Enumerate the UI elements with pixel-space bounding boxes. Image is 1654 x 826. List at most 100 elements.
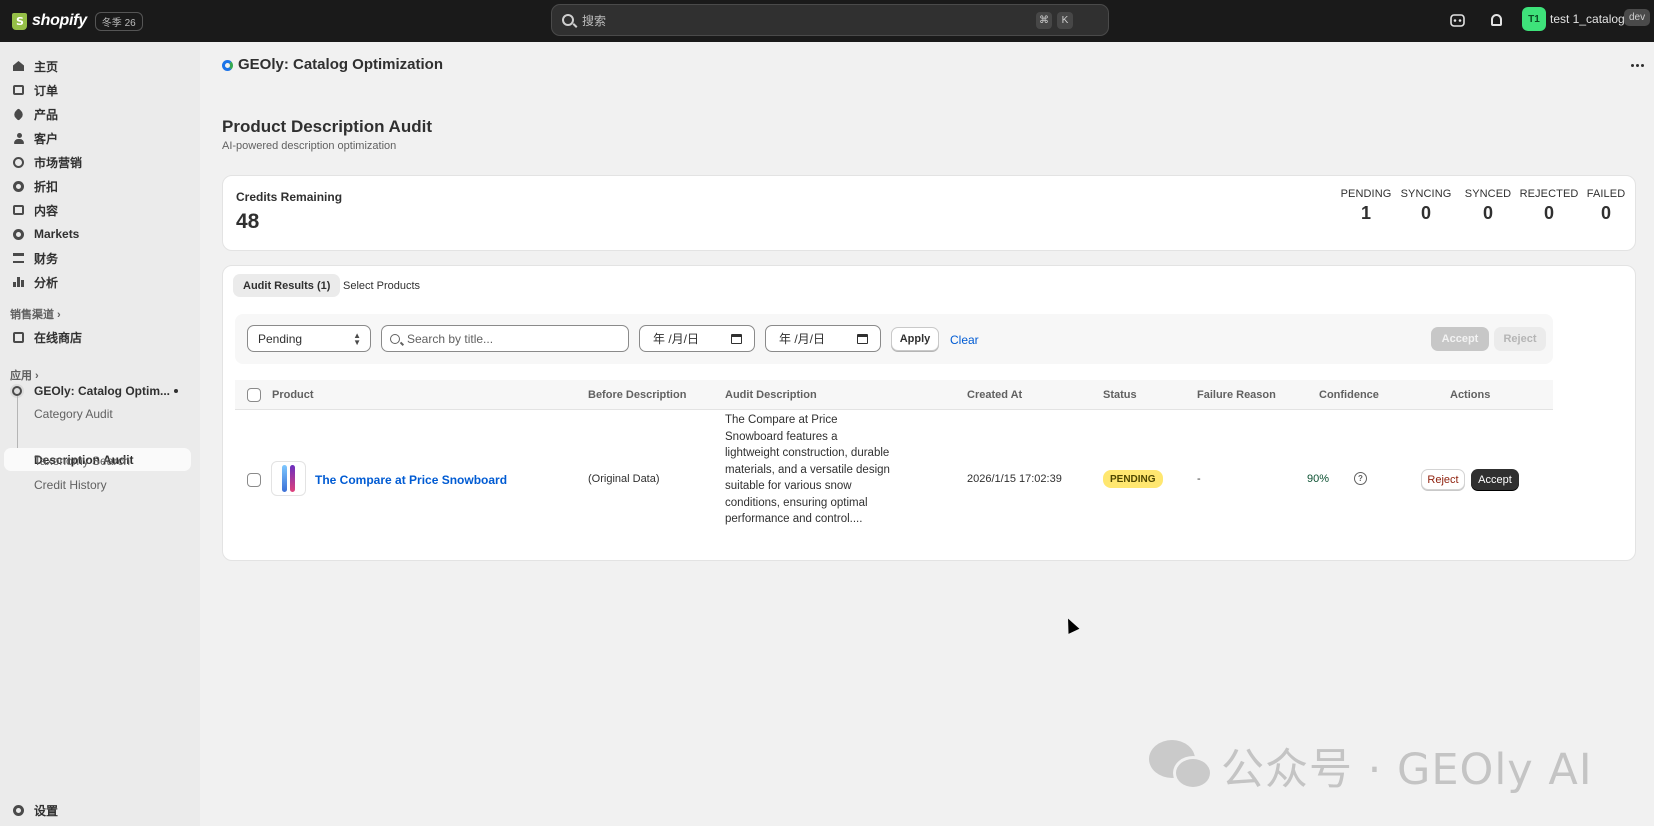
sidebar-item-label: 客户 (34, 131, 59, 146)
sidebar-item-label: 在线商店 (34, 330, 83, 345)
start-date-input[interactable]: 年 /月/日 (639, 325, 755, 352)
store-name[interactable]: test 1_catalog (1550, 12, 1625, 26)
subitem-taxonomy-search[interactable]: Taxonomy Search (34, 454, 130, 468)
filter-bar: Pending ▲▼ 年 /月/日 年 /月/日 Apply Clear Acc… (235, 314, 1553, 364)
sidebar-item-marketing[interactable]: 市场营销 (12, 152, 82, 172)
product-thumbnail (271, 461, 306, 496)
status-badge: PENDING (1103, 470, 1163, 488)
sidebar-app-geoly[interactable]: GEOly: Catalog Optim... (10, 380, 190, 402)
credits-card: Credits Remaining 48 PENDING 1 SYNCING 0 S… (222, 175, 1636, 251)
bell-icon[interactable] (1487, 11, 1505, 29)
sidebar-item-label: 产品 (34, 107, 59, 122)
sales-channels-heading[interactable]: 销售渠道 › (10, 306, 61, 322)
sidebar-item-online-store[interactable]: 在线商店 (12, 327, 82, 347)
more-dot-icon[interactable] (174, 389, 178, 393)
column-header-product[interactable]: Product (272, 389, 314, 401)
column-header-created-at[interactable]: Created At (967, 389, 1022, 401)
select-all-checkbox[interactable] (247, 388, 261, 402)
app-title: GEOly: Catalog Optimization (238, 56, 444, 73)
title-search-field[interactable] (381, 325, 629, 352)
sidebar-item-label: 分析 (34, 275, 59, 290)
calendar-icon[interactable] (857, 334, 868, 344)
edition-badge: 冬季 26 (94, 11, 143, 31)
person-icon (12, 132, 25, 145)
discount-icon (12, 180, 25, 193)
sidebar-item-home[interactable]: 主页 (12, 56, 58, 76)
stat-pending: PENDING 1 (1340, 188, 1392, 223)
command-key-icon: ⌘ (1036, 12, 1052, 29)
column-header-confidence[interactable]: Confidence (1319, 389, 1379, 401)
calendar-icon[interactable] (731, 334, 742, 344)
column-header-audit[interactable]: Audit Description (725, 389, 817, 401)
column-header-failure-reason[interactable]: Failure Reason (1197, 389, 1276, 401)
date-placeholder: 年 /月/日 (653, 332, 700, 346)
created-at: 2026/1/15 17:02:39 (967, 473, 1062, 485)
search-icon (390, 333, 400, 344)
home-icon (12, 60, 25, 73)
confidence-value: 90% (1307, 473, 1330, 485)
target-icon (12, 156, 25, 169)
sidebar-item-label: 设置 (34, 803, 59, 818)
failure-reason: - (1197, 473, 1201, 485)
main-content: GEOly: Catalog Optimization Product Desc… (200, 42, 1654, 826)
sidebar-item-markets[interactable]: Markets (12, 224, 79, 244)
tab-select-products[interactable]: Select Products (333, 274, 430, 297)
gear-icon (12, 804, 25, 817)
globe-icon (12, 228, 25, 241)
more-actions-icon[interactable] (1631, 64, 1644, 67)
stat-synced: SYNCED 0 (1464, 188, 1512, 223)
sidebar-item-label: 财务 (34, 251, 59, 266)
column-header-status[interactable]: Status (1103, 389, 1137, 401)
sidebar-item-finance[interactable]: 财务 (12, 248, 58, 268)
sidebar-item-orders[interactable]: 订单 (12, 80, 58, 100)
sidekick-icon[interactable] (1448, 11, 1466, 29)
subitem-category-audit[interactable]: Category Audit (34, 407, 113, 421)
brand-name: shopify (32, 12, 87, 29)
bulk-reject-button[interactable]: Reject (1494, 327, 1546, 351)
date-placeholder: 年 /月/日 (779, 332, 826, 346)
title-search-input[interactable] (407, 331, 617, 346)
column-header-before[interactable]: Before Description (588, 389, 686, 401)
sidebar-item-products[interactable]: 产品 (12, 104, 58, 124)
shopify-logo[interactable]: shopify 冬季 26 (12, 11, 143, 31)
help-icon[interactable]: ? (1354, 472, 1367, 485)
wechat-icon (1149, 740, 1217, 792)
avatar[interactable]: T1 (1522, 7, 1546, 31)
product-link[interactable]: The Compare at Price Snowboard (315, 473, 507, 487)
sidebar-item-discounts[interactable]: 折扣 (12, 176, 58, 196)
search-placeholder: 搜索 (582, 13, 607, 28)
watermark-text: 公众号 · GEOly AI (1221, 745, 1593, 795)
row-checkbox[interactable] (247, 473, 261, 487)
sidebar-item-label: 内容 (34, 203, 59, 218)
tag-icon (12, 107, 25, 121)
end-date-input[interactable]: 年 /月/日 (765, 325, 881, 352)
tab-audit-results[interactable]: Audit Results (1) (233, 274, 341, 297)
apply-button[interactable]: Apply (891, 327, 939, 351)
sidebar-item-content[interactable]: 内容 (12, 200, 58, 220)
sidebar-item-label: 折扣 (34, 179, 59, 194)
column-header-actions: Actions (1450, 389, 1491, 401)
chevron-updown-icon: ▲ ▼ (353, 331, 361, 347)
search-icon (562, 14, 574, 26)
audit-card: Audit Results (1) Select Products Pendin… (222, 265, 1636, 561)
global-search-input[interactable]: 搜索 ⌘ K (551, 4, 1109, 36)
status-select[interactable]: Pending ▲ ▼ (247, 325, 371, 352)
accept-button[interactable]: Accept (1471, 469, 1519, 490)
page-title: Product Description Audit (222, 117, 432, 136)
before-description: (Original Data) (588, 473, 660, 485)
sidebar-item-analytics[interactable]: 分析 (12, 272, 58, 292)
status-select-value: Pending (258, 331, 303, 346)
subitem-credit-history[interactable]: Credit History (34, 478, 107, 492)
sidebar-item-customers[interactable]: 客户 (12, 128, 58, 148)
sidebar-item-label: 主页 (34, 59, 59, 74)
clear-button[interactable]: Clear (950, 333, 979, 347)
store-icon (12, 331, 25, 344)
app-name: GEOly: Catalog Optim... (34, 384, 171, 398)
reject-button[interactable]: Reject (1421, 469, 1465, 490)
page-subtitle: AI-powered description optimization (222, 140, 397, 152)
bulk-accept-button[interactable]: Accept (1431, 327, 1489, 351)
app-header: GEOly: Catalog Optimization (200, 42, 1654, 88)
sidebar-item-settings[interactable]: 设置 (12, 800, 58, 820)
dev-badge: dev (1624, 9, 1651, 26)
k-key-icon: K (1057, 12, 1073, 29)
